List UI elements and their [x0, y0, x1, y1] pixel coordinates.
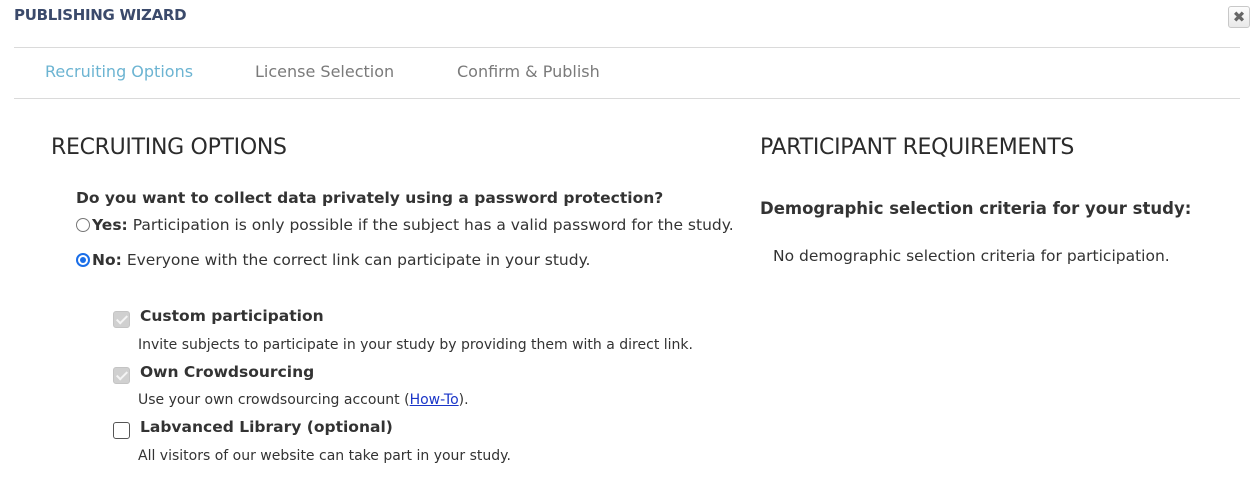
how-to-link[interactable]: How-To [410, 392, 459, 408]
labvanced-library-checkbox[interactable] [113, 422, 130, 439]
dialog-title: PUBLISHING WIZARD [14, 6, 187, 24]
demographic-criteria-title: Demographic selection criteria for your … [760, 199, 1192, 218]
custom-participation-description: Invite subjects to participate in your s… [138, 337, 693, 353]
radio-no[interactable] [76, 253, 90, 267]
custom-participation-checkbox[interactable] [113, 311, 130, 328]
recruiting-heading: RECRUITING OPTIONS [51, 135, 287, 160]
radio-yes-row[interactable]: Yes: Participation is only possible if t… [76, 216, 734, 234]
password-question: Do you want to collect data privately us… [76, 189, 664, 207]
own-crowdsourcing-text-before: Use your own crowdsourcing account ( [138, 392, 410, 408]
radio-no-description: Everyone with the correct link can parti… [126, 251, 591, 269]
radio-yes[interactable] [76, 218, 90, 232]
own-crowdsourcing-title: Own Crowdsourcing [140, 363, 315, 381]
own-crowdsourcing-checkbox[interactable] [113, 367, 130, 384]
radio-no-row[interactable]: No: Everyone with the correct link can p… [76, 251, 590, 269]
tabs-divider [14, 98, 1240, 99]
tab-recruiting-options[interactable]: Recruiting Options [45, 62, 193, 81]
own-crowdsourcing-text-after: ). [458, 392, 469, 408]
radio-yes-description: Participation is only possible if the su… [132, 216, 734, 234]
header-divider [14, 47, 1240, 48]
demographic-criteria-text: No demographic selection criteria for pa… [773, 247, 1170, 265]
labvanced-library-title: Labvanced Library (optional) [140, 418, 393, 436]
labvanced-library-description: All visitors of our website can take par… [138, 448, 511, 464]
requirements-heading: PARTICIPANT REQUIREMENTS [760, 135, 1074, 160]
custom-participation-title: Custom participation [140, 307, 324, 325]
radio-yes-label: Yes: [92, 216, 128, 234]
own-crowdsourcing-description: Use your own crowdsourcing account (How-… [138, 392, 469, 408]
radio-no-label: No: [92, 251, 122, 269]
close-icon[interactable]: ✖ [1228, 6, 1250, 28]
tab-license-selection[interactable]: License Selection [255, 62, 394, 81]
tab-confirm-publish[interactable]: Confirm & Publish [457, 62, 600, 81]
